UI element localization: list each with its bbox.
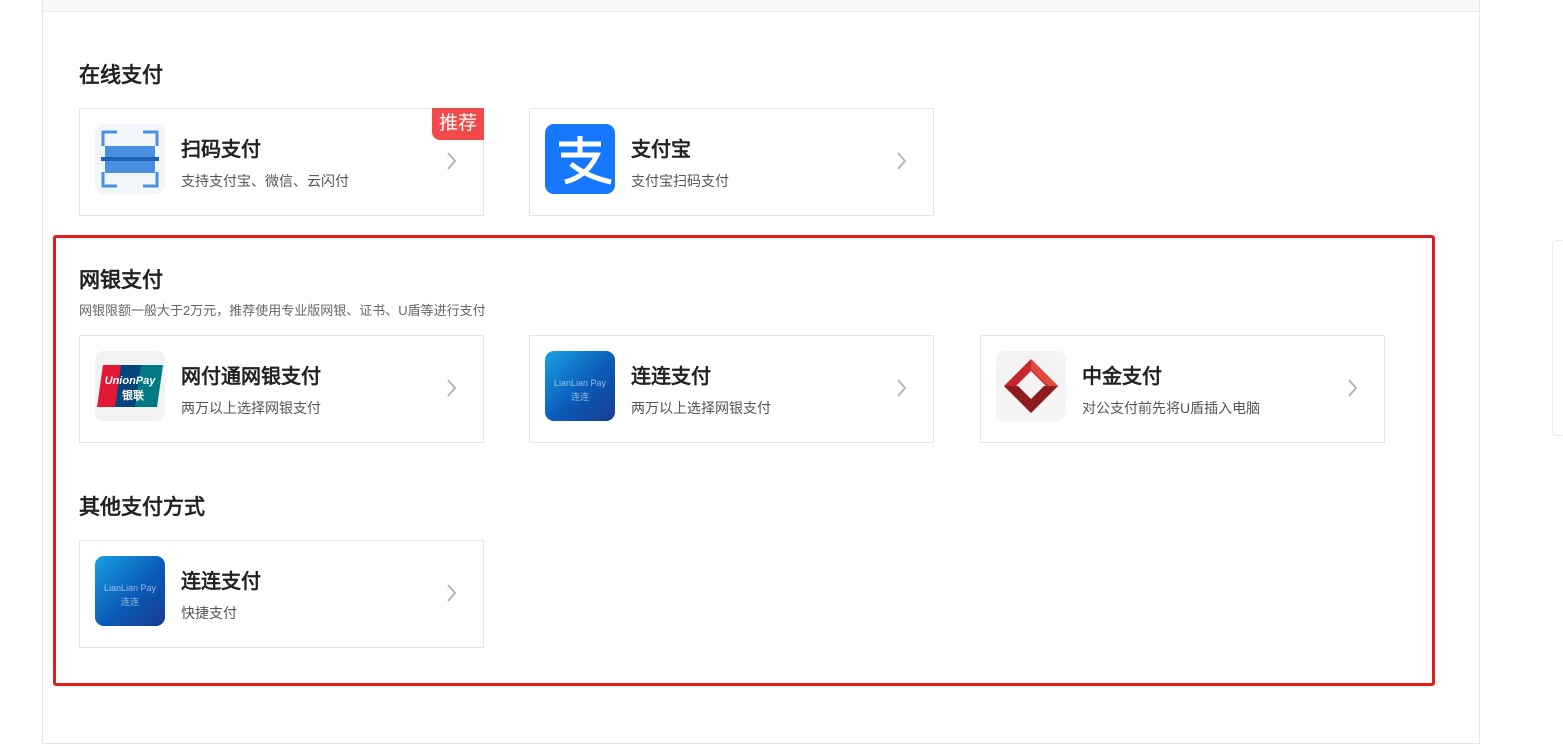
alipay-icon [545, 124, 615, 194]
section-title-other: 其他支付方式 [79, 496, 205, 519]
cicc-icon [996, 351, 1066, 421]
lianlian-logo-text: LianLian Pay [553, 378, 607, 388]
scan-pay-card[interactable]: 扫码支付 支持支付宝、微信、云闪付 推荐 [79, 108, 484, 216]
unionpay-logo-text: UnionPay [105, 375, 157, 387]
lianlian-logo-cn: 连连 [570, 392, 589, 402]
card-desc: 两万以上选择网银支付 [631, 400, 771, 416]
card-title: 连连支付 [181, 571, 261, 593]
card-desc: 两万以上选择网银支付 [181, 400, 321, 416]
card-title: 支付宝 [631, 139, 691, 161]
lianlian-bank-card[interactable]: LianLian Pay 连连 连连支付 两万以上选择网银支付 [529, 335, 934, 443]
card-desc: 快捷支付 [181, 605, 237, 621]
recommend-badge: 推荐 [432, 108, 484, 140]
section-title-bank: 网银支付 [79, 269, 163, 292]
lianlian-quick-card[interactable]: LianLian Pay 连连 连连支付 快捷支付 [79, 540, 484, 648]
chevron-right-icon [447, 152, 457, 170]
chevron-right-icon [447, 379, 457, 397]
card-desc: 支持支付宝、微信、云闪付 [181, 173, 349, 189]
lianlian-logo-text: LianLian Pay [103, 583, 157, 593]
card-title: 连连支付 [631, 366, 711, 388]
card-desc: 对公支付前先将U盾插入电脑 [1082, 400, 1261, 416]
card-title: 网付通网银支付 [181, 366, 321, 388]
scan-qr-icon [95, 124, 165, 194]
bank-limit-note: 网银限额一般大于2万元，推荐使用专业版网银、证书、U盾等进行支付 [79, 303, 486, 318]
side-widget [1552, 240, 1563, 436]
card-title: 中金支付 [1082, 366, 1162, 388]
panel-top-strip [43, 0, 1479, 12]
card-title: 扫码支付 [181, 139, 261, 161]
section-title-online: 在线支付 [79, 64, 163, 87]
unionpay-icon: UnionPay 银联 [95, 351, 165, 421]
chevron-right-icon [897, 379, 907, 397]
chevron-right-icon [447, 584, 457, 602]
chevron-right-icon [897, 152, 907, 170]
unionpay-card[interactable]: UnionPay 银联 网付通网银支付 两万以上选择网银支付 [79, 335, 484, 443]
unionpay-logo-cn: 银联 [122, 388, 144, 402]
lianlian-pay-icon: LianLian Pay 连连 [545, 351, 615, 421]
chevron-right-icon [1348, 379, 1358, 397]
lianlian-logo-cn: 连连 [120, 597, 139, 607]
alipay-card[interactable]: 支付宝 支付宝扫码支付 [529, 108, 934, 216]
cicc-card[interactable]: 中金支付 对公支付前先将U盾插入电脑 [980, 335, 1385, 443]
lianlian-pay-icon: LianLian Pay 连连 [95, 556, 165, 626]
card-desc: 支付宝扫码支付 [631, 173, 729, 189]
